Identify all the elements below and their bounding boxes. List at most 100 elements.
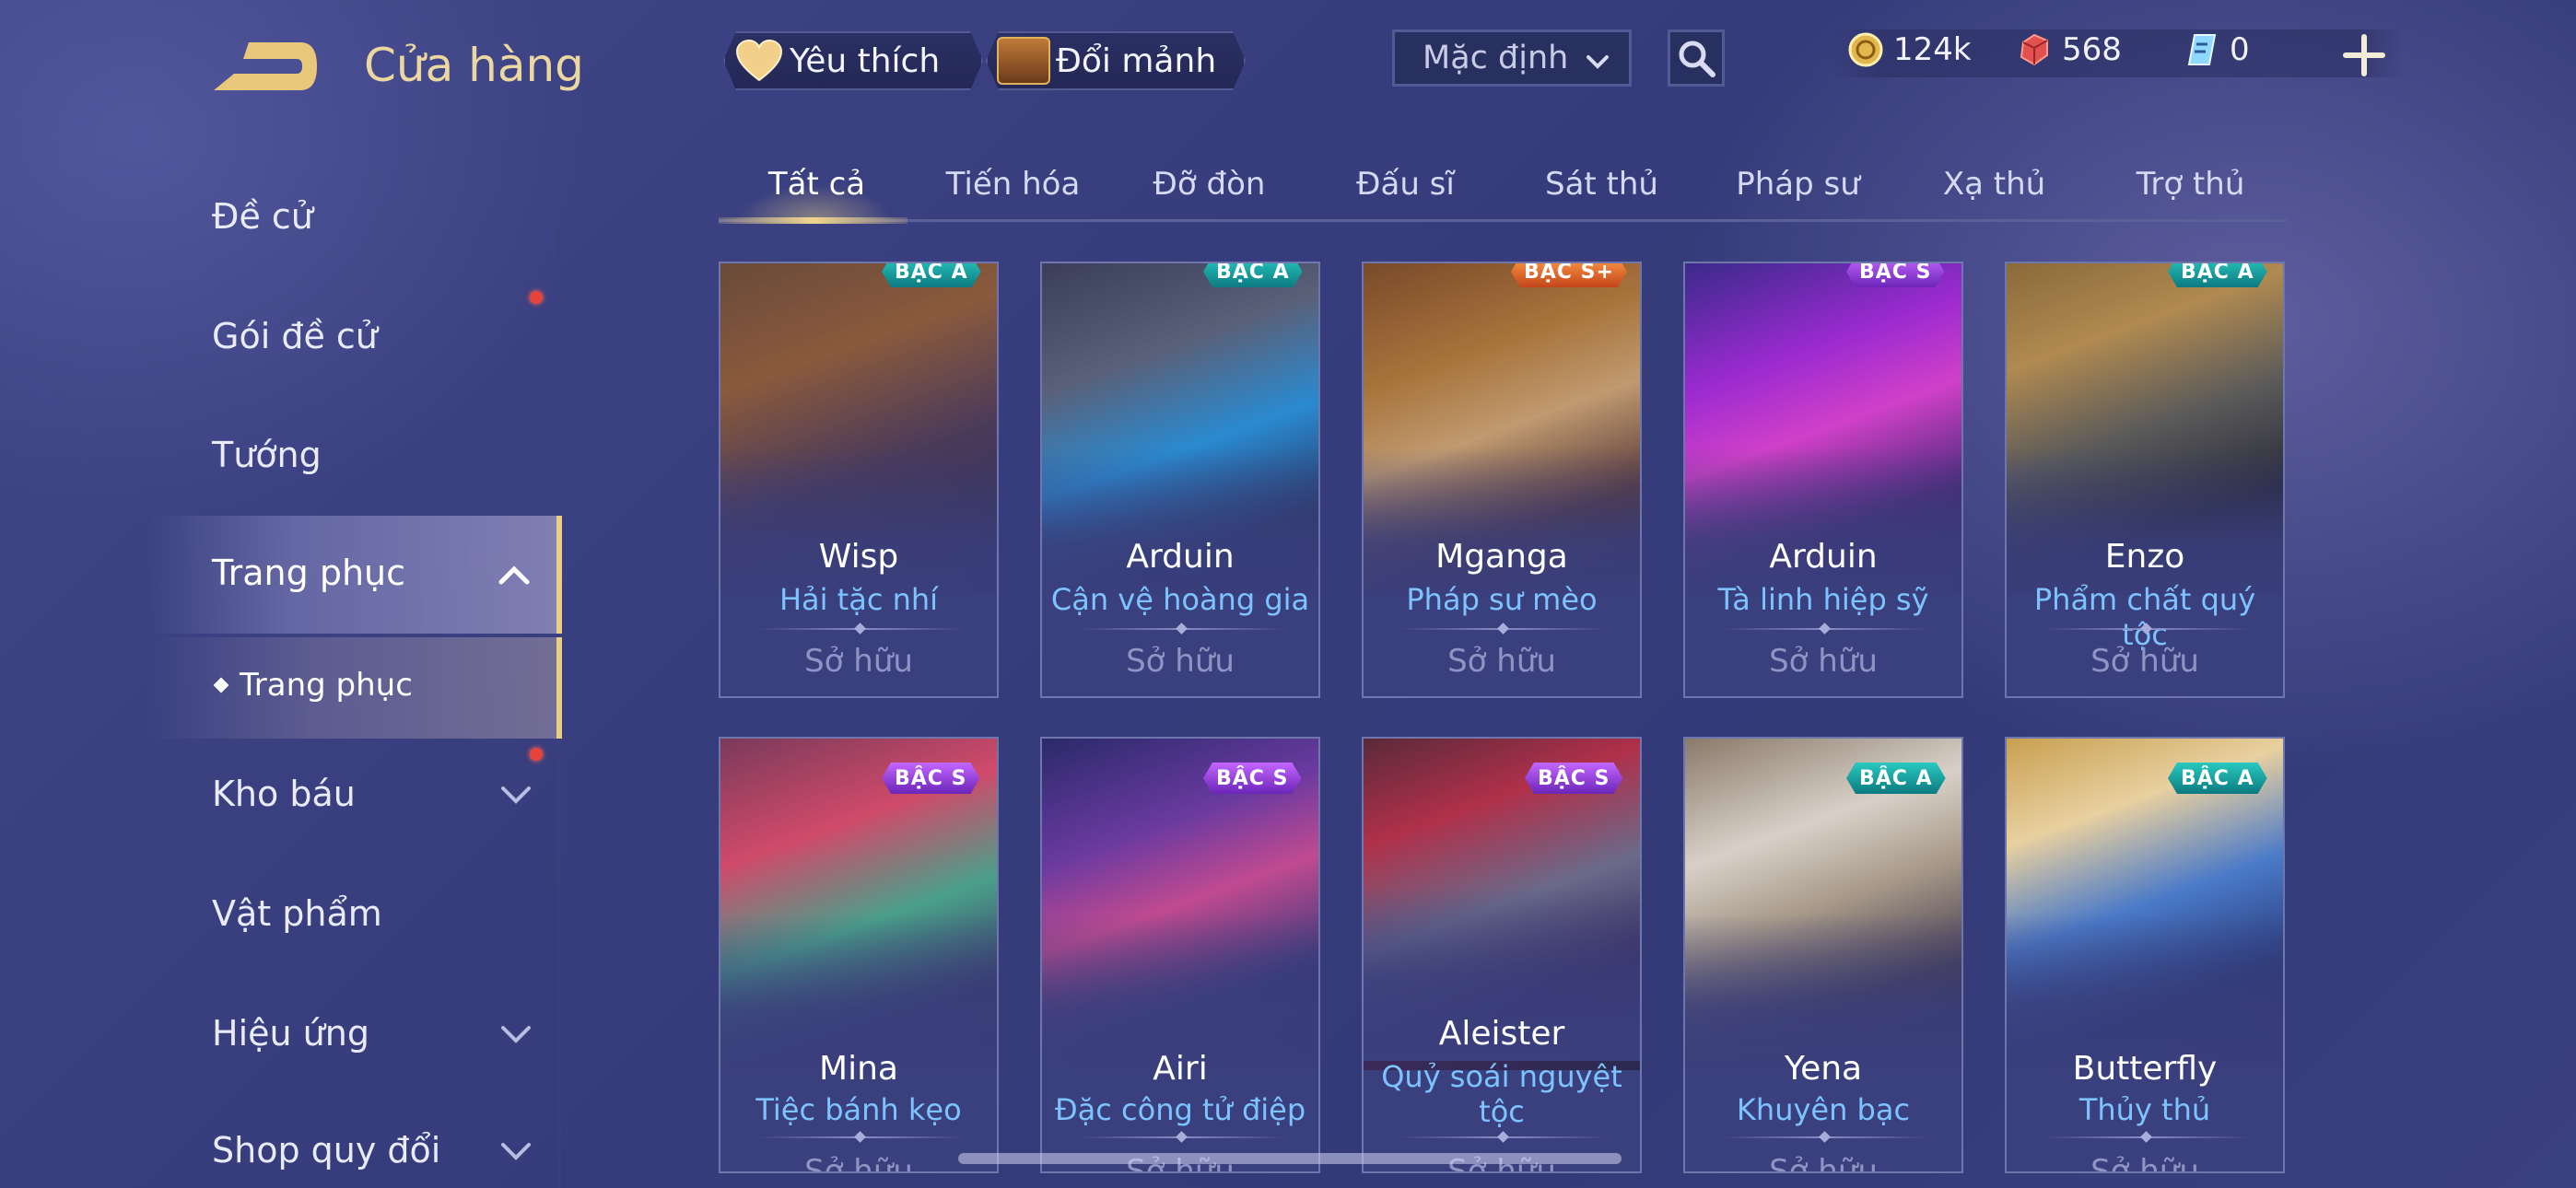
skin-card[interactable]: BẬC A Yena Khuyên bạc Sở hữu bbox=[1683, 737, 1963, 1173]
tier-badge: BẬC A bbox=[2168, 262, 2267, 287]
treasure-chest-icon bbox=[997, 37, 1050, 85]
sidebar-item-effects[interactable]: Hiệu ứng bbox=[212, 1013, 369, 1054]
owned-status: Sở hữu bbox=[1447, 643, 1556, 680]
exchange-label: Đổi mảnh bbox=[1056, 41, 1217, 80]
ruby-gem-icon bbox=[2020, 33, 2048, 66]
skin-name: Tiệc bánh kẹo bbox=[755, 1092, 962, 1127]
active-tab-underline bbox=[719, 217, 907, 224]
skin-name: Đặc công tử điệp bbox=[1054, 1092, 1306, 1127]
card-separator bbox=[757, 628, 964, 630]
card-separator bbox=[1079, 1136, 1285, 1138]
tier-badge: BẬC S bbox=[1525, 763, 1622, 794]
tab-mage[interactable]: Pháp sư bbox=[1700, 166, 1896, 203]
sidebar-subitem-skins[interactable]: Trang phục bbox=[147, 637, 562, 739]
sidebar-item-treasure[interactable]: Kho báu bbox=[212, 774, 356, 814]
skin-name: Tà linh hiệp sỹ bbox=[1717, 582, 1929, 617]
owned-status: Sở hữu bbox=[1769, 1153, 1878, 1173]
hero-name: Aleister bbox=[1438, 1015, 1565, 1053]
owned-status: Sở hữu bbox=[804, 1153, 913, 1173]
skin-card[interactable]: BẬC S Airi Đặc công tử điệp Sở hữu bbox=[1040, 737, 1320, 1173]
tab-assassin[interactable]: Sát thủ bbox=[1504, 166, 1700, 203]
card-separator bbox=[1079, 628, 1285, 630]
skin-card[interactable]: BẬC A Butterfly Thủy thủ Sở hữu bbox=[2005, 737, 2285, 1173]
bullet-diamond-icon bbox=[213, 677, 229, 693]
owned-status: Sở hữu bbox=[1126, 643, 1235, 680]
skin-name: Pháp sư mèo bbox=[1406, 582, 1598, 617]
hero-name: Mganga bbox=[1435, 538, 1568, 576]
sidebar-item-exchange-shop[interactable]: Shop quy đổi bbox=[212, 1130, 440, 1171]
tier-badge: BẬC S+ bbox=[1511, 262, 1627, 287]
hero-name: Arduin bbox=[1126, 538, 1235, 576]
tier-badge: BẬC S bbox=[1203, 763, 1301, 794]
favorites-label: Yêu thích bbox=[790, 41, 941, 80]
skin-name: Thủy thủ bbox=[2078, 1092, 2211, 1127]
card-separator bbox=[757, 1136, 964, 1138]
card-separator bbox=[1722, 628, 1928, 630]
tier-badge: BẬC S bbox=[1846, 262, 1944, 287]
tab-evolution[interactable]: Tiến hóa bbox=[915, 166, 1111, 203]
gold-amount: 124k bbox=[1893, 31, 1972, 68]
sidebar-item-items[interactable]: Vật phẩm bbox=[212, 893, 382, 934]
skin-name: Quỷ soái nguyệt tộc bbox=[1381, 1059, 1622, 1129]
skin-card[interactable]: BẬC S Mina Tiệc bánh kẹo Sở hữu bbox=[719, 737, 999, 1173]
owned-status: Sở hữu bbox=[1769, 643, 1878, 680]
plus-icon bbox=[2343, 34, 2385, 76]
skin-card[interactable]: BẬC S Aleister Quỷ soái nguyệt tộc Sở hữ… bbox=[1362, 737, 1642, 1173]
skin-card[interactable]: BẬC A Arduin Cận vệ hoàng gia Sở hữu bbox=[1040, 262, 1320, 698]
skin-name: Khuyên bạc bbox=[1736, 1092, 1911, 1127]
sidebar-item-recommended[interactable]: Đề cử bbox=[212, 196, 313, 237]
exchange-fragments-button[interactable]: Đổi mảnh bbox=[986, 31, 1246, 90]
tier-badge: BẬC A bbox=[882, 262, 981, 287]
tab-tank[interactable]: Đỡ đòn bbox=[1111, 166, 1307, 203]
favorites-button[interactable]: Yêu thích bbox=[723, 31, 983, 90]
tab-all[interactable]: Tất cả bbox=[719, 166, 915, 203]
tier-badge: BẬC S bbox=[882, 763, 979, 794]
owned-status: Sở hữu bbox=[2090, 1153, 2199, 1173]
tabs-baseline bbox=[719, 219, 2287, 222]
skin-card[interactable]: BẬC S+ Mganga Pháp sư mèo Sở hữu bbox=[1362, 262, 1642, 698]
tier-badge: BẬC A bbox=[2168, 763, 2267, 794]
sidebar-subitem-label: Trang phục bbox=[240, 667, 413, 704]
tab-fighter[interactable]: Đấu sĩ bbox=[1307, 166, 1504, 203]
add-currency-button[interactable] bbox=[2340, 31, 2388, 79]
skin-card[interactable]: BẬC A Enzo Phẩm chất quý tộc Sở hữu bbox=[2005, 262, 2285, 698]
chevron-down-icon bbox=[501, 1026, 531, 1043]
tier-badge: BẬC A bbox=[1203, 262, 1303, 287]
sidebar-item-skins-label: Trang phục bbox=[212, 553, 406, 593]
ruby-balance: 568 bbox=[2016, 31, 2122, 68]
sidebar-item-skins[interactable]: Trang phục bbox=[147, 516, 562, 634]
skin-name: Phẩm chất quý tộc bbox=[2033, 582, 2256, 652]
hero-name: Arduin bbox=[1769, 538, 1878, 576]
hero-name: Mina bbox=[819, 1050, 898, 1088]
hero-name: Enzo bbox=[2104, 538, 2185, 576]
voucher-ticket-icon bbox=[2187, 34, 2217, 65]
gold-balance: 124k bbox=[1847, 31, 1972, 68]
back-button[interactable] bbox=[212, 39, 319, 94]
owned-status: Sở hữu bbox=[804, 643, 913, 680]
search-button[interactable] bbox=[1668, 29, 1725, 87]
category-tabs: Tất cả Tiến hóa Đỡ đòn Đấu sĩ Sát thủ Ph… bbox=[719, 158, 2287, 225]
sort-dropdown[interactable]: Mặc định bbox=[1392, 29, 1632, 87]
chevron-down-icon bbox=[1587, 55, 1609, 69]
skin-card[interactable]: BẬC A Wisp Hải tặc nhí Sở hữu bbox=[719, 262, 999, 698]
tier-badge: BẬC A bbox=[1846, 763, 1946, 794]
skin-card[interactable]: BẬC S Arduin Tà linh hiệp sỹ Sở hữu bbox=[1683, 262, 1963, 698]
ruby-amount: 568 bbox=[2062, 31, 2122, 68]
search-icon bbox=[1679, 41, 1715, 77]
hero-name: Butterfly bbox=[2072, 1050, 2218, 1088]
ticket-balance: 0 bbox=[2184, 31, 2250, 68]
hero-name: Airi bbox=[1153, 1050, 1208, 1088]
card-separator bbox=[2043, 628, 2250, 630]
page-title: Cửa hàng bbox=[364, 39, 584, 92]
tab-support[interactable]: Trợ thủ bbox=[2092, 166, 2289, 203]
ticket-amount: 0 bbox=[2230, 31, 2250, 68]
scroll-indicator[interactable] bbox=[958, 1153, 1622, 1164]
notification-dot bbox=[530, 748, 543, 761]
tab-marksman[interactable]: Xạ thủ bbox=[1896, 166, 2092, 203]
card-separator bbox=[1400, 1136, 1607, 1138]
heart-icon bbox=[734, 38, 784, 84]
sidebar-item-heroes[interactable]: Tướng bbox=[212, 435, 322, 475]
skin-name: Hải tặc nhí bbox=[779, 582, 939, 617]
sidebar-item-recommended-bundles[interactable]: Gói đề cử bbox=[212, 316, 378, 356]
owned-status: Sở hữu bbox=[2090, 643, 2199, 680]
